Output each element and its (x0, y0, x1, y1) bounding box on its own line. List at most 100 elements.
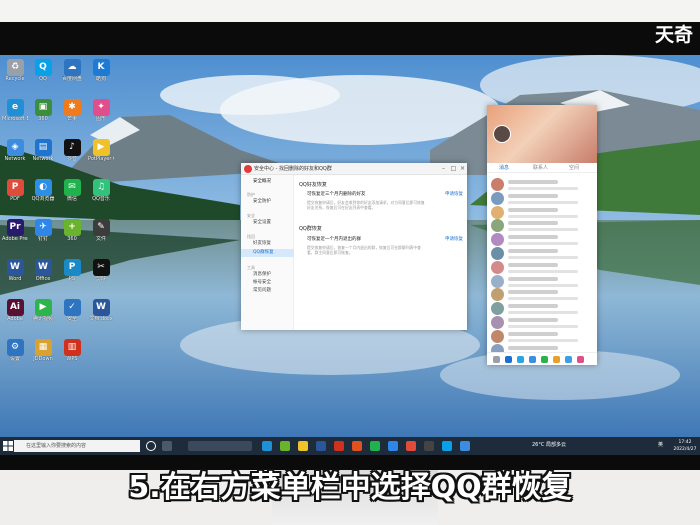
desktop-icon[interactable]: ▣ 360 (30, 99, 56, 137)
desktop-icon-label: Office (35, 276, 51, 282)
desktop-icon[interactable]: ✉ 微信 (59, 179, 85, 217)
app-icon[interactable] (529, 356, 536, 363)
edge-icon[interactable] (262, 441, 272, 451)
desktop-icon[interactable]: +360 (59, 219, 85, 257)
taskbar-app[interactable] (188, 441, 252, 451)
desktop-icon[interactable]: ♫ QQ音乐 (88, 179, 114, 217)
app-icon: P (63, 259, 81, 276)
app-icon: W (92, 299, 110, 316)
desktop-icon[interactable]: W Office (30, 259, 56, 297)
desktop-icon[interactable]: Ai Adobe (2, 299, 28, 337)
desktop-icon[interactable]: ✈ 钉钉 (30, 219, 56, 257)
desktop-icon[interactable]: ✂ 剪映 (88, 259, 114, 297)
wps-icon[interactable] (334, 441, 344, 451)
monitor-screen: ♻RecycleeMicrosoft Edge◈NetworkPPDFPrAdo… (0, 55, 700, 455)
blurred-name (508, 235, 558, 240)
desktop-icon[interactable]: W 文档.docx (88, 299, 114, 337)
tab-space[interactable]: 空间 (569, 163, 579, 173)
app-icon[interactable] (565, 356, 572, 363)
desktop-icon[interactable]: K 酷狗 (88, 59, 114, 97)
app-icon[interactable] (316, 441, 326, 451)
window-titlebar: 安全中心 - 找回删除的好友和QQ群 – □ × (241, 163, 467, 175)
app-icon: ♫ (92, 179, 110, 196)
desktop-icon-label: 芒果 (66, 116, 77, 122)
desktop-icon[interactable]: ▥ WPS (59, 339, 85, 377)
close-icon[interactable]: × (458, 163, 467, 175)
desktop-icon[interactable]: ▦ JDDown (30, 339, 56, 377)
task-view-icon[interactable] (162, 441, 172, 451)
folder-icon[interactable] (298, 441, 308, 451)
tab-messages[interactable]: 消息 (499, 163, 509, 173)
taskbar-clock[interactable]: 17:42 2022/4/27 (672, 439, 698, 453)
desktop-icon[interactable]: eMicrosoft Edge (2, 99, 28, 137)
section-subtitle: 可恢复近一个月内退出的群 (307, 237, 361, 242)
app-icon: ♪ (63, 139, 81, 156)
blurred-name (508, 304, 558, 309)
blurred-name (508, 345, 558, 350)
avatar[interactable] (493, 125, 511, 143)
app-icon[interactable] (553, 356, 560, 363)
app-icon[interactable] (424, 441, 434, 451)
clock-date: 2022/4/27 (673, 447, 697, 452)
desktop-icon[interactable]: PrAdobe Premiere (2, 219, 28, 257)
app-icon: ▶ (92, 139, 110, 156)
input-method[interactable]: 英 (658, 441, 663, 448)
sidebar-item-protection[interactable]: 安全防护 (241, 198, 294, 206)
app-icon[interactable] (406, 441, 416, 451)
desktop-icon-label: 设置 (9, 356, 20, 362)
desktop-icon[interactable]: P PS (59, 259, 85, 297)
desktop-icon[interactable]: Q QQ (30, 59, 56, 97)
blurred-name (508, 290, 558, 295)
app-icon: Q (34, 59, 52, 76)
desktop-icon[interactable]: W Word (2, 259, 28, 297)
app-icon: W (6, 259, 24, 276)
maximize-icon[interactable]: □ (449, 163, 458, 175)
sidebar-item-friend-recovery[interactable]: 好友恢复 (241, 240, 294, 248)
minimize-icon[interactable]: – (439, 163, 448, 175)
desktop-icon[interactable]: ⚙ 设置 (2, 339, 28, 377)
weather-status[interactable]: 26°C 局部多云 (532, 441, 566, 448)
desktop-icon-label: Microsoft Edge (2, 116, 28, 122)
desktop-icon[interactable]: ✱ 芒果 (59, 99, 85, 137)
app-icon[interactable] (388, 441, 398, 451)
desktop-icon[interactable]: ♻ Recycle (2, 59, 28, 97)
desktop-icon[interactable]: ♪ 抖音 (59, 139, 85, 177)
menu-icon[interactable] (493, 356, 500, 363)
desktop-icon[interactable]: ▤ Network (30, 139, 56, 177)
desktop-icon-label: 百度网盘 (61, 76, 82, 82)
sidebar-item-overview[interactable]: 安全概况 (241, 178, 294, 186)
taskbar-search-input[interactable]: 在这里输入你要搜索的内容 (14, 440, 140, 452)
desktop-icon[interactable]: ✓ 安全 (59, 299, 85, 337)
desktop-icon-label: PS (68, 276, 76, 282)
app-icon[interactable] (517, 356, 524, 363)
desktop-icon[interactable]: P PDF (2, 179, 28, 217)
desktop-icon[interactable]: ✦ 图形 (88, 99, 114, 137)
blurred-name (508, 207, 558, 212)
app-icon[interactable] (280, 441, 290, 451)
wechat-icon[interactable] (370, 441, 380, 451)
desktop-icon[interactable]: ▶ 腾讯视频 (30, 299, 56, 337)
desktop-icon[interactable]: ◈ Network (2, 139, 28, 177)
cortana-icon[interactable] (146, 441, 156, 451)
sidebar-item-group-recovery[interactable]: QQ群恢复 (241, 249, 294, 257)
app-icon[interactable] (460, 441, 470, 451)
sidebar-item-settings[interactable]: 安全设置 (241, 219, 294, 227)
apply-recovery-link[interactable]: 申请恢复 (445, 191, 463, 197)
desktop-icon[interactable]: ☁ 百度网盘 (59, 59, 85, 97)
apply-recovery-link[interactable]: 申请恢复 (445, 236, 463, 242)
sidebar-item-faq[interactable]: 常见问题 (241, 287, 294, 295)
sidebar-item-message[interactable]: 消息保护 (241, 271, 294, 279)
desktop-icon[interactable]: ▶PotPlayer 64 (88, 139, 114, 177)
qq-icon[interactable] (442, 441, 452, 451)
app-icon[interactable] (541, 356, 548, 363)
app-icon[interactable] (577, 356, 584, 363)
app-icon[interactable] (352, 441, 362, 451)
sidebar-item-account[interactable]: 帐号安全 (241, 279, 294, 287)
app-icon[interactable] (505, 356, 512, 363)
windows-start-icon[interactable] (3, 441, 13, 451)
desktop-icon-label: Network (32, 156, 54, 162)
desktop-icon[interactable]: ◐ QQ浏览器 (30, 179, 56, 217)
tab-contacts[interactable]: 联系人 (533, 163, 548, 173)
desktop-icon[interactable]: ✎ 文件 (88, 219, 114, 257)
desktop-icon-label: 360 (67, 236, 77, 242)
